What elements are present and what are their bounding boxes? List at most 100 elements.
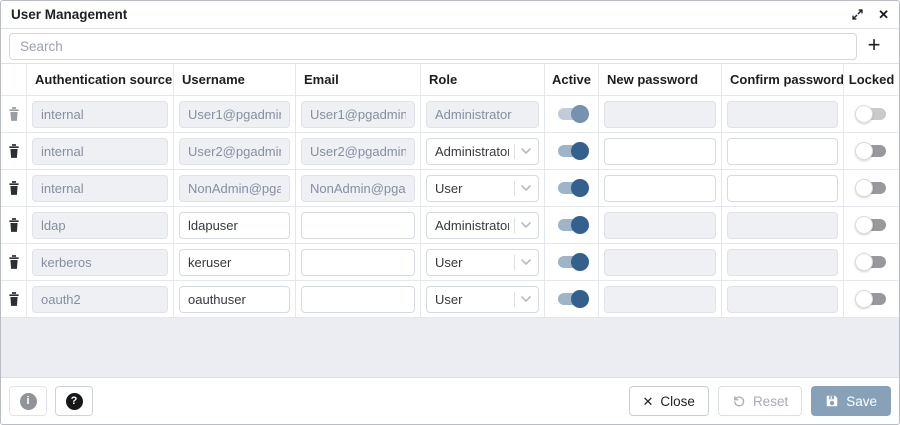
table-row: ldap Administrator (1, 207, 899, 244)
delete-row-button[interactable] (6, 253, 22, 271)
expand-icon[interactable] (851, 8, 864, 21)
new-password-field (604, 249, 716, 276)
email-field[interactable] (301, 286, 415, 313)
reset-button: Reset (718, 386, 802, 416)
add-user-button[interactable]: + (857, 34, 891, 58)
search-bar: + (1, 29, 899, 63)
header-email: Email (296, 64, 421, 95)
dialog-footer: i ? ✕ Close Reset (1, 378, 899, 424)
chevron-down-icon (520, 295, 532, 303)
username-field[interactable] (179, 249, 290, 276)
active-toggle (555, 104, 589, 124)
active-toggle[interactable] (555, 178, 589, 198)
chevron-down-icon (520, 221, 532, 229)
role-value: Administrator (435, 144, 509, 159)
delete-row-button[interactable] (6, 179, 22, 197)
role-select[interactable]: Administrator (426, 138, 539, 165)
delete-row-button[interactable] (6, 290, 22, 308)
role-select[interactable]: User (426, 286, 539, 313)
email-field (301, 101, 415, 128)
users-table: Authentication source Username Email Rol… (1, 63, 899, 318)
confirm-password-field (727, 249, 838, 276)
role-select[interactable]: Administrator (426, 212, 539, 239)
header-username: Username (174, 64, 296, 95)
role-select: Administrator (426, 101, 539, 128)
header-active: Active (545, 64, 599, 95)
save-icon (825, 394, 839, 408)
chevron-down-icon (520, 147, 532, 155)
reset-icon (732, 394, 746, 408)
empty-area (1, 318, 899, 378)
confirm-password-field[interactable] (727, 175, 838, 202)
new-password-field (604, 212, 716, 239)
user-management-dialog: User Management ✕ + Authentication sourc… (0, 0, 900, 425)
delete-row-button (6, 105, 22, 123)
header-locked: Locked (844, 64, 899, 95)
header-auth-source: Authentication source (27, 64, 174, 95)
chevron-down-icon (520, 184, 532, 192)
active-toggle[interactable] (555, 215, 589, 235)
locked-toggle[interactable] (855, 289, 889, 309)
role-value: User (435, 181, 509, 196)
new-password-field[interactable] (604, 175, 716, 202)
table-row: internal Administrator (1, 133, 899, 170)
username-field (179, 175, 290, 202)
auth-source-field: internal (32, 138, 168, 165)
table-row: internal User (1, 170, 899, 207)
header-role: Role (421, 64, 545, 95)
locked-toggle (855, 104, 889, 124)
email-field[interactable] (301, 249, 415, 276)
username-field[interactable] (179, 286, 290, 313)
locked-toggle[interactable] (855, 215, 889, 235)
active-toggle[interactable] (555, 289, 589, 309)
active-toggle[interactable] (555, 252, 589, 272)
auth-source-field: kerberos (32, 249, 168, 276)
table-row: oauth2 User (1, 281, 899, 318)
auth-source-field: internal (32, 175, 168, 202)
help-icon: ? (66, 393, 83, 410)
header-confirm-password: Confirm password (722, 64, 844, 95)
role-select[interactable]: User (426, 175, 539, 202)
help-button[interactable]: ? (55, 386, 93, 416)
delete-row-button[interactable] (6, 142, 22, 160)
header-new-password: New password (599, 64, 722, 95)
close-button[interactable]: ✕ Close (629, 386, 709, 416)
auth-source-field: oauth2 (32, 286, 168, 313)
role-select[interactable]: User (426, 249, 539, 276)
locked-toggle[interactable] (855, 178, 889, 198)
info-icon: i (20, 393, 37, 410)
confirm-password-field (727, 286, 838, 313)
email-field[interactable] (301, 212, 415, 239)
auth-source-field: ldap (32, 212, 168, 239)
role-value: User (435, 255, 509, 270)
chevron-down-icon (520, 258, 532, 266)
email-field (301, 138, 415, 165)
username-field (179, 101, 290, 128)
dialog-title: User Management (11, 7, 127, 22)
delete-row-button[interactable] (6, 216, 22, 234)
new-password-field (604, 101, 716, 128)
close-x-icon: ✕ (643, 395, 654, 408)
confirm-password-field (727, 212, 838, 239)
email-field (301, 175, 415, 202)
new-password-field[interactable] (604, 138, 716, 165)
save-button: Save (811, 386, 891, 416)
confirm-password-field (727, 101, 838, 128)
username-field (179, 138, 290, 165)
header-delete (1, 64, 27, 95)
new-password-field (604, 286, 716, 313)
close-icon[interactable]: ✕ (878, 8, 889, 21)
locked-toggle[interactable] (855, 252, 889, 272)
role-value: Administrator (435, 107, 532, 122)
auth-source-field: internal (32, 101, 168, 128)
dialog-titlebar: User Management ✕ (1, 1, 899, 29)
role-value: Administrator (435, 218, 509, 233)
table-row: internal Administrator (1, 96, 899, 133)
info-button[interactable]: i (9, 386, 47, 416)
confirm-password-field[interactable] (727, 138, 838, 165)
search-input[interactable] (9, 33, 857, 60)
username-field[interactable] (179, 212, 290, 239)
active-toggle[interactable] (555, 141, 589, 161)
locked-toggle[interactable] (855, 141, 889, 161)
table-header-row: Authentication source Username Email Rol… (1, 64, 899, 96)
